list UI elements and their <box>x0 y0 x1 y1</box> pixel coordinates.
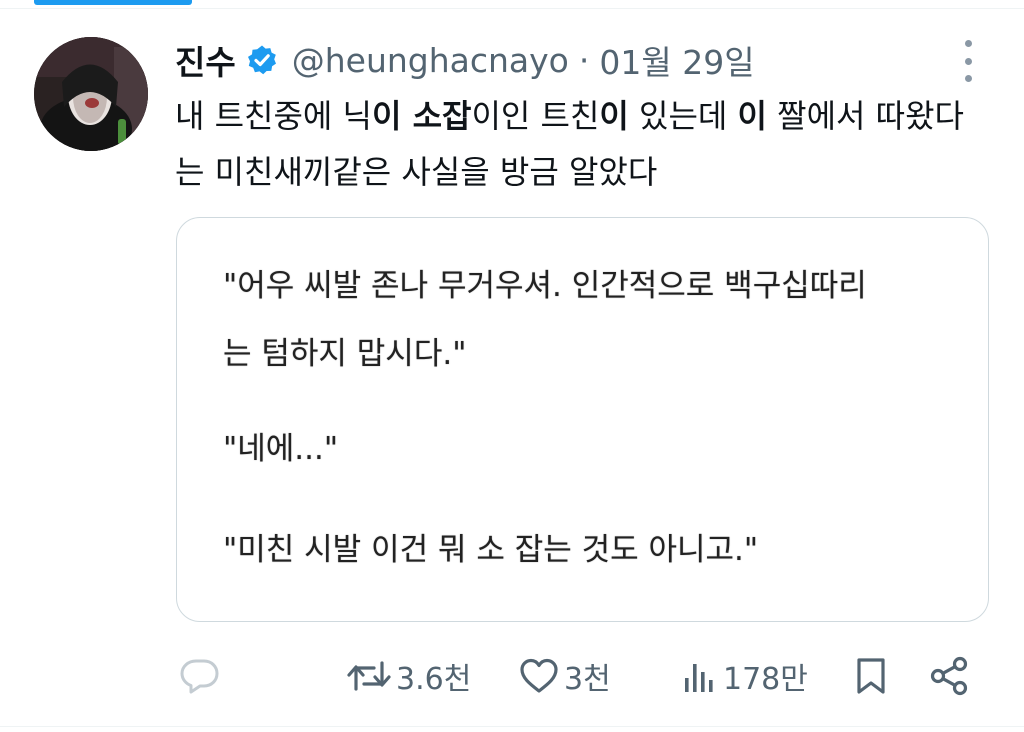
tweet-text-bold-segment: 이 소잡 <box>371 97 472 135</box>
bookmark-icon <box>854 656 888 696</box>
retweet-count: 3.6천 <box>396 662 472 697</box>
tweet-text-segment: 이인 트친 <box>471 97 600 135</box>
dot-icon <box>964 75 972 82</box>
tweet-date[interactable]: 01월 29일 <box>599 36 754 84</box>
tab-indicator <box>34 0 192 5</box>
tweet-header: 진수 @heunghacnayo · 01월 29일 <box>175 33 755 87</box>
bookmark-button[interactable] <box>854 652 888 700</box>
tweet-page: 진수 @heunghacnayo · 01월 29일 내 트친중에 닉이 소잡이… <box>0 0 1024 732</box>
quote-line: "미친 시발 이건 뭐 소 잡는 것도 아니고." <box>223 532 759 568</box>
tweet-text-bold-segment: 이 <box>737 97 767 135</box>
retweet-button[interactable]: 3.6천 <box>346 652 471 700</box>
verified-badge-icon <box>246 44 278 76</box>
divider <box>0 726 1024 727</box>
separator-dot: · <box>578 40 590 80</box>
views-icon <box>681 656 719 696</box>
quoted-image[interactable]: "어우 씨발 존나 무거우셔. 인간적으로 백구십따리 는 텀하지 맙시다." … <box>176 217 989 622</box>
display-name[interactable]: 진수 <box>175 36 236 84</box>
more-options-button[interactable] <box>955 40 981 82</box>
user-handle[interactable]: @heunghacnayo <box>292 41 569 80</box>
tweet-text-segment: 있는데 <box>628 97 738 135</box>
share-icon <box>929 656 971 696</box>
reply-button[interactable] <box>178 652 226 700</box>
dot-icon <box>964 40 972 47</box>
tweet-text-bold-segment: 이 <box>599 97 629 135</box>
views-button[interactable]: 178만 <box>681 652 808 700</box>
heart-icon <box>518 656 560 696</box>
reply-icon <box>178 656 222 696</box>
retweet-icon <box>346 656 392 696</box>
avatar-image <box>34 37 148 151</box>
like-count: 3천 <box>564 662 611 697</box>
avatar[interactable] <box>34 37 148 151</box>
views-count: 178만 <box>723 662 808 697</box>
like-button[interactable]: 3천 <box>518 652 611 700</box>
quote-line: 는 텀하지 맙시다." <box>223 336 467 372</box>
dot-icon <box>964 57 972 65</box>
tweet-text: 내 트친중에 닉이 소잡이인 트친이 있는데 이 짤에서 따왔다는 미친새끼같은… <box>175 88 975 200</box>
divider <box>0 8 1024 9</box>
quote-line: "어우 씨발 존나 무거우셔. 인간적으로 백구십따리 <box>223 268 867 304</box>
quote-line: "네에..." <box>223 431 339 467</box>
tweet-text-segment: 내 트친중에 닉 <box>175 97 372 135</box>
share-button[interactable] <box>929 652 971 700</box>
